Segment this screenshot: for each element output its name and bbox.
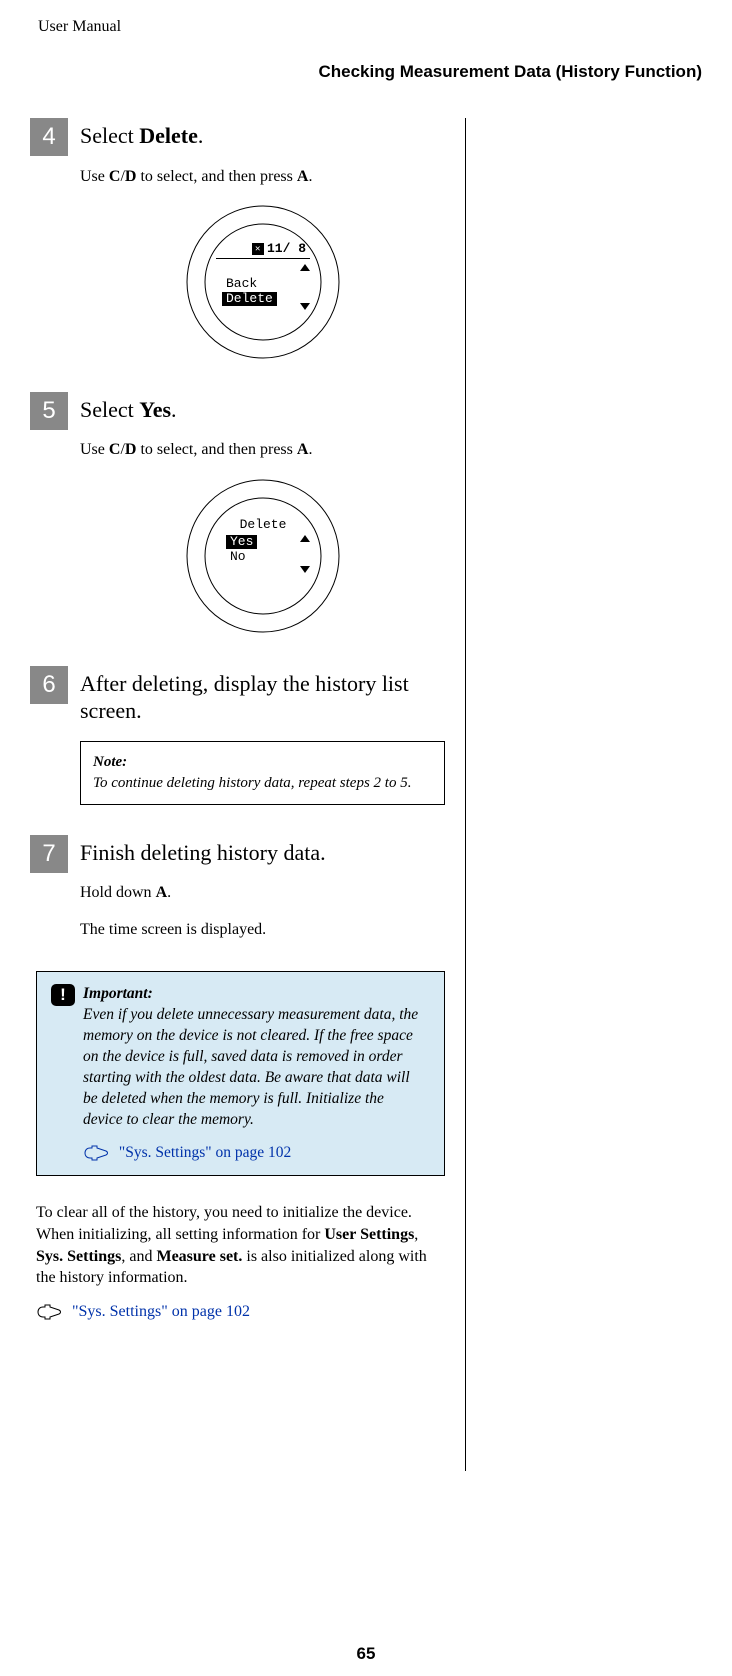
step-body: Use C/D to select, and then press A. Del… bbox=[80, 439, 445, 635]
lcd-line: No bbox=[216, 550, 300, 565]
section-title: Checking Measurement Data (History Funct… bbox=[30, 62, 702, 82]
t: Use bbox=[80, 441, 109, 458]
cross-reference-link[interactable]: "Sys. Settings" on page 102 bbox=[72, 1303, 250, 1320]
t: . bbox=[308, 441, 312, 458]
t: D bbox=[125, 441, 137, 458]
instruction: Use C/D to select, and then press A. bbox=[80, 166, 445, 188]
instruction: The time screen is displayed. bbox=[80, 919, 445, 941]
important-text: Even if you delete unnecessary measureme… bbox=[83, 1006, 418, 1128]
lcd-line-selected: Delete bbox=[222, 292, 277, 306]
t: to select, and then press bbox=[136, 441, 296, 458]
device-screen-illustration: Delete Yes No bbox=[178, 476, 348, 636]
t: Measure set. bbox=[156, 1248, 242, 1265]
t: . bbox=[171, 397, 177, 422]
text: . bbox=[198, 123, 204, 148]
lcd-line: Back bbox=[216, 277, 300, 292]
down-arrow-icon bbox=[300, 566, 310, 573]
step-number: 6 bbox=[30, 666, 68, 704]
up-arrow-icon bbox=[300, 264, 310, 271]
step-number: 7 bbox=[30, 835, 68, 873]
t: Hold down bbox=[80, 884, 156, 901]
cross-reference: "Sys. Settings" on page 102 bbox=[36, 1303, 445, 1321]
step-number: 4 bbox=[30, 118, 68, 156]
pointer-hand-icon bbox=[83, 1145, 109, 1161]
t: C bbox=[109, 441, 121, 458]
note-text: To continue deleting history data, repea… bbox=[93, 775, 411, 791]
t: A bbox=[156, 884, 168, 901]
lcd-title: Delete bbox=[216, 518, 310, 533]
lcd-date: 11/ 8 bbox=[266, 240, 305, 258]
running-head: User Manual bbox=[38, 18, 702, 36]
t: D bbox=[125, 168, 137, 185]
step-heading: Select Yes. bbox=[80, 392, 445, 424]
t: . bbox=[308, 168, 312, 185]
text-bold: Delete bbox=[139, 123, 198, 148]
important-content: Important: Even if you delete unnecessar… bbox=[83, 984, 423, 1163]
device-screen-illustration: ✕ 11/ 8 Back Delete bbox=[178, 202, 348, 362]
step-6: 6 After deleting, display the history li… bbox=[36, 666, 445, 805]
t: User Settings bbox=[324, 1226, 414, 1243]
t: , and bbox=[121, 1248, 156, 1265]
up-arrow-icon bbox=[300, 535, 310, 542]
step-5: 5 Select Yes. Use C/D to select, and the… bbox=[36, 392, 445, 636]
pointer-hand-icon bbox=[36, 1304, 62, 1320]
instruction: Hold down A. bbox=[80, 882, 445, 904]
important-icon: ! bbox=[51, 984, 75, 1006]
closing-paragraph: To clear all of the history, you need to… bbox=[36, 1202, 445, 1288]
t: Select bbox=[80, 397, 139, 422]
note-box: Note: To continue deleting history data,… bbox=[80, 741, 445, 805]
step-body: Hold down A. The time screen is displaye… bbox=[80, 882, 445, 941]
down-arrow-icon bbox=[300, 303, 310, 310]
t: A bbox=[297, 441, 309, 458]
important-label: Important: bbox=[83, 984, 423, 1005]
t: Yes bbox=[139, 397, 171, 422]
t: A bbox=[297, 168, 309, 185]
instruction: Use C/D to select, and then press A. bbox=[80, 439, 445, 461]
step-7: 7 Finish deleting history data. Hold dow… bbox=[36, 835, 445, 941]
cross-reference-link[interactable]: "Sys. Settings" on page 102 bbox=[119, 1144, 291, 1161]
t: C bbox=[109, 168, 121, 185]
step-heading: After deleting, display the history list… bbox=[80, 666, 445, 725]
text: Select bbox=[80, 123, 139, 148]
note-label: Note: bbox=[93, 752, 432, 773]
lcd-line-selected: Yes bbox=[226, 535, 257, 549]
important-box: ! Important: Even if you delete unnecess… bbox=[36, 971, 445, 1176]
left-column: 4 Select Delete. Use C/D to select, and … bbox=[36, 118, 466, 1471]
cross-reference: "Sys. Settings" on page 102 bbox=[83, 1143, 423, 1164]
page-number: 65 bbox=[0, 1644, 732, 1664]
step-body: Use C/D to select, and then press A. ✕ 1… bbox=[80, 166, 445, 362]
content: 4 Select Delete. Use C/D to select, and … bbox=[30, 118, 702, 1471]
t: . bbox=[167, 884, 171, 901]
t: Sys. Settings bbox=[36, 1248, 121, 1265]
t: Use bbox=[80, 168, 109, 185]
step-body: Note: To continue deleting history data,… bbox=[80, 741, 445, 805]
t: , bbox=[414, 1226, 418, 1243]
step-4: 4 Select Delete. Use C/D to select, and … bbox=[36, 118, 445, 362]
step-heading: Select Delete. bbox=[80, 118, 445, 150]
step-number: 5 bbox=[30, 392, 68, 430]
step-heading: Finish deleting history data. bbox=[80, 835, 445, 867]
t: to select, and then press bbox=[136, 168, 296, 185]
